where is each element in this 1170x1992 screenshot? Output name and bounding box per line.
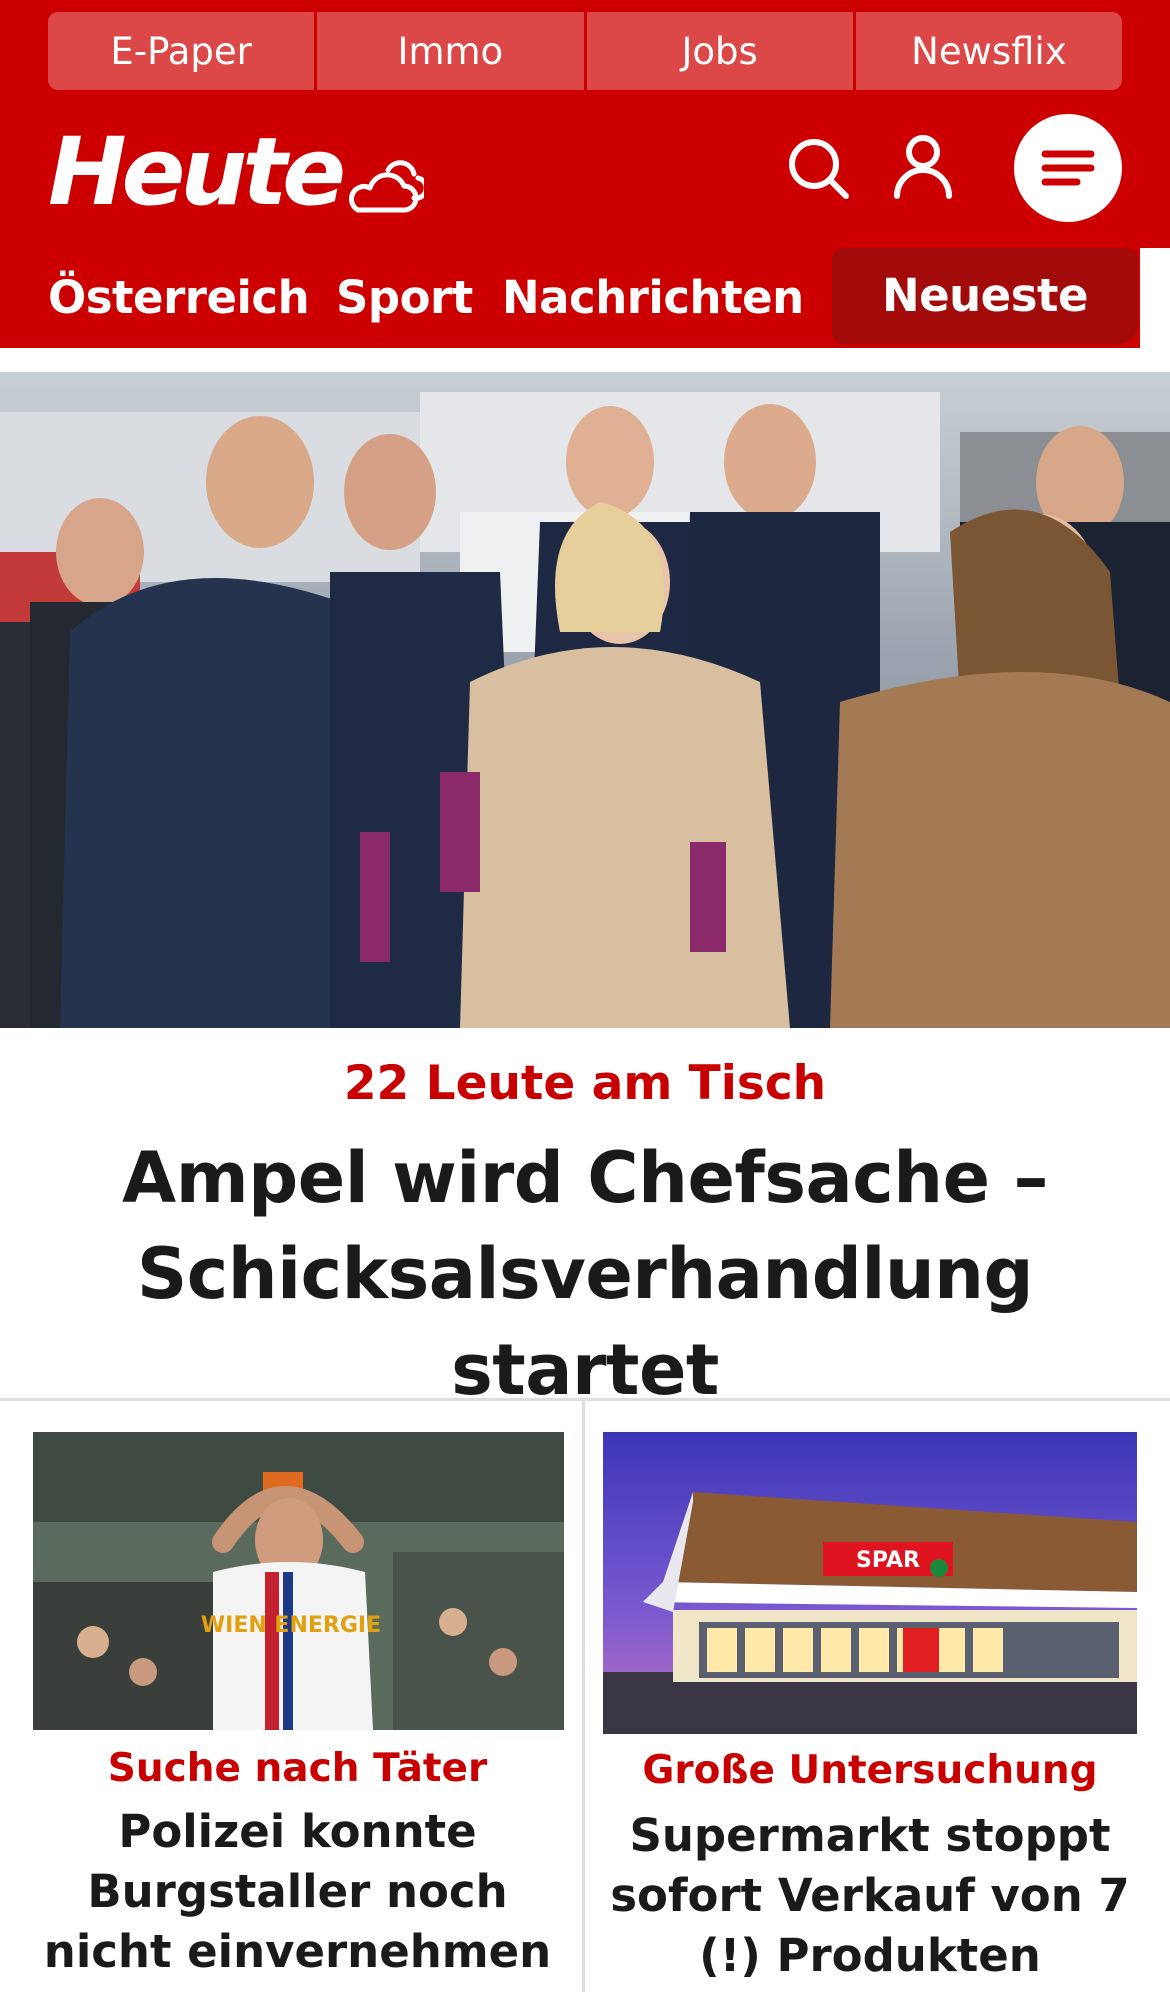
service-bar: E-Paper Immo Jobs Newsflix	[48, 12, 1122, 90]
jersey-text: WIEN ENERGIE	[201, 1613, 381, 1638]
store-sign-text: SPAR	[856, 1548, 920, 1573]
teaser-image-supermarket[interactable]: SPAR	[603, 1432, 1137, 1734]
nav-item-sport[interactable]: Sport	[336, 262, 473, 334]
service-link-epaper[interactable]: E-Paper	[48, 12, 315, 90]
teaser-kicker[interactable]: Große Untersuchung	[603, 1748, 1137, 1793]
hero-image[interactable]	[0, 372, 1170, 1028]
nav-item-neueste[interactable]: Neueste	[832, 248, 1138, 344]
site-header: E-Paper Immo Jobs Newsflix Heute Österre…	[0, 0, 1170, 348]
hero-kicker[interactable]: 22 Leute am Tisch	[0, 1056, 1170, 1111]
search-icon[interactable]	[786, 136, 852, 202]
section-divider	[0, 1398, 1170, 1401]
hero-headline[interactable]: Ampel wird Chefsache – Schicksalsverhand…	[30, 1130, 1140, 1418]
teaser-headline[interactable]: Polizei konnte Burgstaller noch nicht ei…	[30, 1802, 565, 1982]
service-link-immo[interactable]: Immo	[314, 12, 584, 90]
service-link-newsflix[interactable]: Newsflix	[852, 12, 1122, 90]
teaser-kicker[interactable]: Suche nach Täter	[30, 1746, 565, 1791]
user-icon[interactable]	[892, 134, 954, 200]
column-divider	[582, 1401, 585, 1992]
service-link-jobs[interactable]: Jobs	[583, 12, 853, 90]
menu-button[interactable]	[1014, 114, 1122, 222]
site-logo[interactable]: Heute	[48, 126, 346, 220]
cloud-sun-icon[interactable]	[344, 148, 424, 216]
nav-item-nachrichten[interactable]: Nachrichten	[502, 262, 804, 334]
teaser-image-football[interactable]: WIEN ENERGIE	[33, 1432, 564, 1730]
menu-icon	[1041, 150, 1095, 186]
teaser-headline[interactable]: Supermarkt stoppt sofort Verkauf von 7 (…	[603, 1806, 1137, 1986]
nav-item-oesterreich[interactable]: Österreich	[48, 262, 310, 334]
category-nav: Österreich Sport Nachrichten Neueste	[0, 248, 1170, 344]
